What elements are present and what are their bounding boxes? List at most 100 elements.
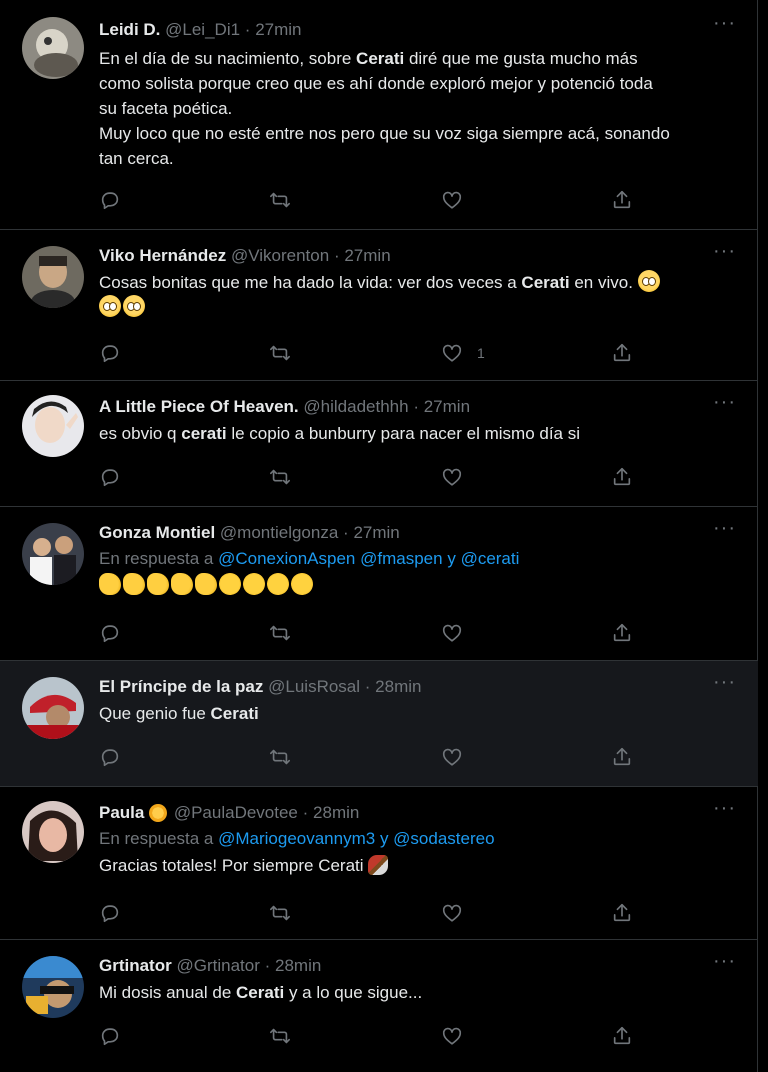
tweet[interactable]: Viko Hernández @Vikorenton · 27min Cosas… <box>0 230 758 381</box>
reply-button[interactable] <box>99 465 121 489</box>
tweet[interactable]: Leidi D. @Lei_Di1 · 27min En el día de s… <box>0 0 758 230</box>
separator: · <box>264 956 271 975</box>
share-button[interactable] <box>611 901 633 925</box>
share-button[interactable] <box>611 465 633 489</box>
display-name[interactable]: Viko Hernández <box>99 246 226 265</box>
like-button[interactable] <box>441 621 463 645</box>
tweet-actions <box>99 621 639 645</box>
avatar[interactable] <box>22 523 84 585</box>
separator: · <box>413 397 419 416</box>
more-icon[interactable]: ··· <box>713 517 736 540</box>
like-button[interactable] <box>441 901 463 925</box>
retweet-button[interactable] <box>269 621 291 645</box>
retweet-button[interactable] <box>269 745 291 769</box>
avatar[interactable] <box>22 801 84 863</box>
reply-button[interactable] <box>99 621 121 645</box>
reply-button[interactable] <box>99 745 121 769</box>
mention-link[interactable]: @fmaspen <box>360 549 442 568</box>
mention-link[interactable]: @sodastereo <box>393 829 494 848</box>
reply-icon <box>101 749 119 767</box>
more-icon[interactable]: ··· <box>713 797 736 820</box>
timestamp[interactable]: 27min <box>424 397 470 416</box>
tweet[interactable]: El Príncipe de la paz @LuisRosal · 28min… <box>0 661 758 787</box>
reply-button[interactable] <box>99 901 121 925</box>
more-icon[interactable]: ··· <box>713 391 736 414</box>
avatar[interactable] <box>22 677 84 739</box>
display-name[interactable]: A Little Piece Of Heaven. <box>99 397 299 416</box>
retweet-icon <box>270 469 290 485</box>
more-icon[interactable]: ··· <box>713 950 736 973</box>
retweet-button[interactable] <box>269 188 291 212</box>
tweet-text: Cosas bonitas que me ha dado la vida: ve… <box>99 270 740 320</box>
share-button[interactable] <box>611 188 633 212</box>
avatar[interactable] <box>22 246 84 308</box>
share-button[interactable] <box>611 745 633 769</box>
reply-icon <box>101 345 119 363</box>
avatar[interactable] <box>22 956 84 1018</box>
reply-button[interactable] <box>99 341 121 365</box>
mention-joiner: y <box>379 829 389 848</box>
tweet-text: Que genio fue Cerati <box>99 704 259 723</box>
user-handle[interactable]: @Vikorenton <box>231 246 329 265</box>
clapping-hands-emoji <box>195 573 217 595</box>
display-name[interactable]: Gonza Montiel <box>99 523 215 542</box>
pleading-face-emoji <box>123 295 145 317</box>
like-button[interactable]: 1 <box>441 341 485 365</box>
timestamp[interactable]: 27min <box>255 20 301 39</box>
mention-link[interactable]: @Mariogeovannym3 <box>218 829 375 848</box>
share-button[interactable] <box>611 341 633 365</box>
user-handle[interactable]: @Grtinator <box>176 956 259 975</box>
tweet[interactable]: A Little Piece Of Heaven. @hildadethhh ·… <box>0 381 758 507</box>
mention-link[interactable]: @cerati <box>461 549 520 568</box>
timestamp[interactable]: 27min <box>353 523 399 542</box>
share-button[interactable] <box>611 1024 633 1048</box>
display-name[interactable]: Paula <box>99 803 144 822</box>
retweet-icon <box>270 625 290 641</box>
retweet-button[interactable] <box>269 1024 291 1048</box>
user-handle[interactable]: @LuisRosal <box>268 677 360 696</box>
rofl-emoji <box>238 568 270 600</box>
user-handle[interactable]: @montielgonza <box>220 523 338 542</box>
more-icon[interactable]: ··· <box>713 240 736 263</box>
display-name[interactable]: El Príncipe de la paz <box>99 677 263 696</box>
clapping-hands-emoji <box>171 573 193 595</box>
timestamp[interactable]: 27min <box>344 246 390 265</box>
tweet[interactable]: Paula @PaulaDevotee · 28min En respuesta… <box>0 787 758 940</box>
like-button[interactable] <box>441 1024 463 1048</box>
display-name[interactable]: Grtinator <box>99 956 172 975</box>
share-button[interactable] <box>611 621 633 645</box>
tweet[interactable]: Gonza Montiel @montielgonza · 27min En r… <box>0 507 758 661</box>
like-button[interactable] <box>441 465 463 489</box>
guitar-emoji <box>368 855 389 875</box>
heart-icon <box>442 748 462 766</box>
like-count: 1 <box>477 345 485 361</box>
more-icon[interactable]: ··· <box>713 12 736 35</box>
user-handle[interactable]: @PaulaDevotee <box>174 803 298 822</box>
pleading-face-emoji <box>637 270 660 292</box>
timestamp[interactable]: 28min <box>375 677 421 696</box>
mention-joiner: y <box>447 549 456 568</box>
tweet[interactable]: Grtinator @Grtinator · 28min Mi dosis an… <box>0 940 758 1072</box>
clapping-hands-emoji <box>147 573 169 595</box>
retweet-button[interactable] <box>269 341 291 365</box>
avatar[interactable] <box>22 17 84 79</box>
timestamp[interactable]: 28min <box>313 803 359 822</box>
separator: · <box>364 677 371 696</box>
tweet-text: Mi dosis anual de Cerati y a lo que sigu… <box>99 983 423 1002</box>
retweet-icon <box>270 345 290 361</box>
timestamp[interactable]: 28min <box>275 956 321 975</box>
reply-button[interactable] <box>99 188 121 212</box>
retweet-button[interactable] <box>269 465 291 489</box>
retweet-button[interactable] <box>269 901 291 925</box>
share-icon <box>613 623 631 642</box>
user-handle[interactable]: @hildadethhh <box>303 397 408 416</box>
more-icon[interactable]: ··· <box>713 671 736 694</box>
mention-link[interactable]: @ConexionAspen <box>218 549 355 568</box>
reply-button[interactable] <box>99 1024 121 1048</box>
tweet-header: Grtinator @Grtinator · 28min <box>99 954 740 978</box>
avatar[interactable] <box>22 395 84 457</box>
user-handle[interactable]: @Lei_Di1 <box>165 20 240 39</box>
like-button[interactable] <box>441 745 463 769</box>
like-button[interactable] <box>441 188 463 212</box>
display-name[interactable]: Leidi D. <box>99 20 160 39</box>
